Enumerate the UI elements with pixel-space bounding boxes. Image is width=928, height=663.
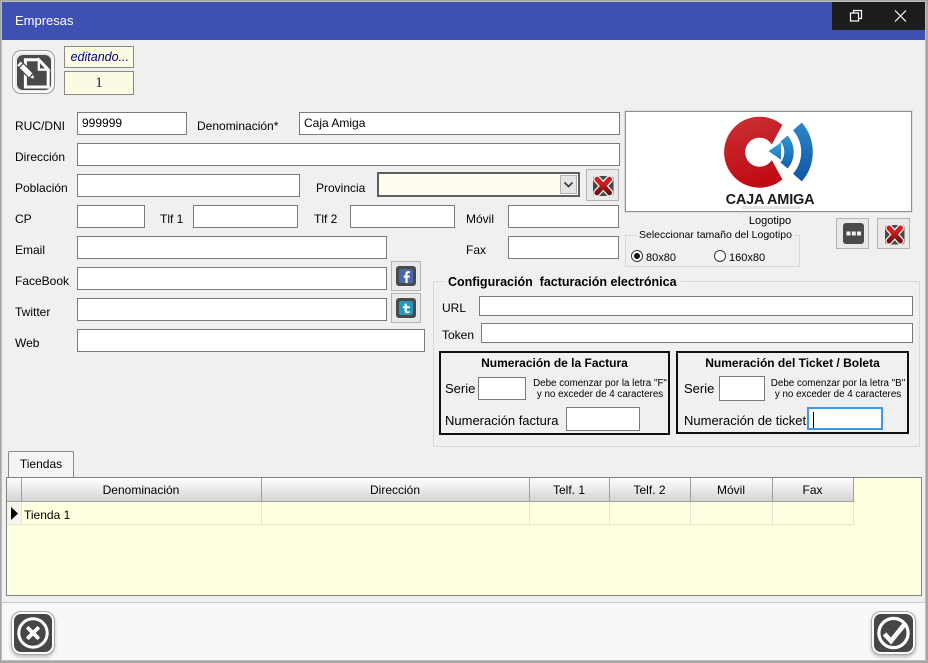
- svg-text:CAJA AMIGA: CAJA AMIGA: [726, 192, 815, 208]
